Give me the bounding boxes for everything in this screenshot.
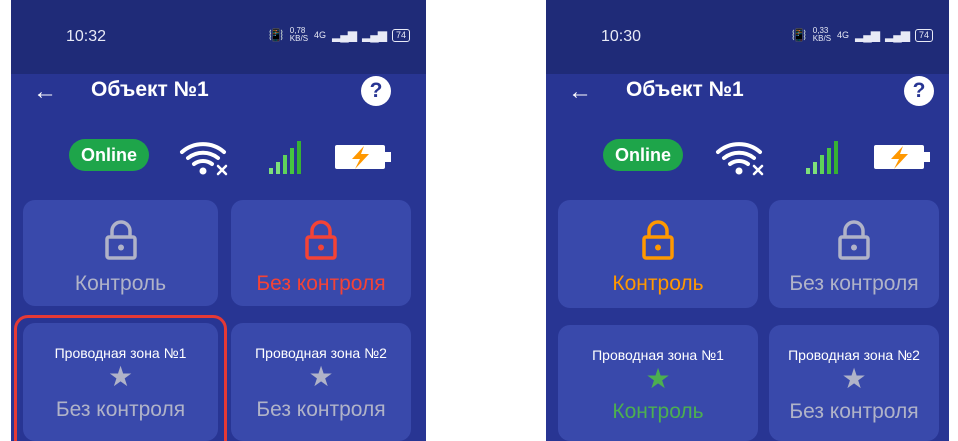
status-time: 10:30 — [601, 28, 642, 45]
status-time: 10:32 — [66, 28, 107, 45]
control-tile-label: Контроль — [74, 272, 167, 295]
signal-bars-icon: ▂▄▆ — [332, 28, 357, 42]
back-arrow-icon[interactable]: ← — [33, 80, 57, 104]
zone-name: Проводная зона №2 — [788, 347, 920, 363]
zone-tile-1[interactable]: Проводная зона №1 ★ Контроль — [558, 325, 758, 441]
zone-name: Проводная зона №1 — [592, 347, 724, 363]
network-speed: 0,78 KB/S — [289, 26, 309, 43]
star-icon: ★ — [308, 361, 334, 392]
control-tile-label: Контроль — [612, 272, 704, 295]
zone-tile-1[interactable]: Проводная зона №1 ★ Без контроля — [23, 323, 218, 441]
back-arrow-icon[interactable]: ← — [568, 80, 592, 104]
wifi-off-icon — [180, 142, 228, 176]
zone-state: Без контроля — [55, 398, 186, 421]
zone-tile-2[interactable]: Проводная зона №2 ★ Без контроля — [769, 325, 939, 441]
signal-bars-icon-2: ▂▄▆ — [885, 28, 910, 42]
battery-charging-icon — [335, 145, 391, 169]
wifi-off-icon — [716, 142, 764, 176]
help-icon[interactable]: ? — [361, 76, 391, 106]
zone-name: Проводная зона №2 — [255, 345, 387, 361]
page-title: Объект №1 — [91, 78, 209, 101]
app-bar: ← Объект №1 ? — [546, 74, 949, 130]
star-icon: ★ — [841, 363, 867, 394]
online-badge: Online — [603, 139, 684, 171]
status-bar: 10:30 📳 0,33 KB/S 4G ▂▄▆ ▂▄▆ 74 — [546, 0, 949, 74]
status-battery: 74 — [391, 28, 410, 42]
lock-icon — [104, 220, 137, 260]
lock-icon — [642, 220, 674, 260]
system-icons: 📳 0,33 KB/S 4G ▂▄▆ ▂▄▆ 74 — [792, 27, 933, 43]
device-status-row: Online — [11, 138, 426, 178]
zone-state: Без контроля — [256, 398, 386, 421]
zone-state: Контроль — [612, 400, 704, 423]
status-battery: 74 — [914, 28, 933, 42]
network-type: 4G — [314, 30, 327, 40]
no-control-tile-label: Без контроля — [789, 272, 919, 295]
star-icon: ★ — [107, 361, 134, 392]
network-type: 4G — [837, 30, 850, 40]
zone-tile-2[interactable]: Проводная зона №2 ★ Без контроля — [231, 323, 411, 441]
lock-icon — [838, 220, 870, 260]
signal-bars-icon: ▂▄▆ — [855, 28, 880, 42]
cellular-signal-icon — [806, 141, 838, 174]
zone-state: Без контроля — [789, 400, 919, 423]
network-speed: 0,33 KB/S — [812, 26, 832, 43]
cellular-signal-icon — [269, 141, 301, 174]
battery-charging-icon — [874, 145, 930, 169]
control-tile[interactable]: Контроль — [23, 200, 218, 306]
zone-name: Проводная зона №1 — [54, 345, 187, 361]
star-icon: ★ — [645, 363, 671, 394]
page-title: Объект №1 — [626, 78, 744, 101]
phone-screen-right: 10:30 📳 0,33 KB/S 4G ▂▄▆ ▂▄▆ 74 ← Объект… — [546, 0, 949, 441]
app-bar: ← Объект №1 ? — [11, 74, 426, 130]
vibrate-icon: 📳 — [268, 28, 284, 42]
system-icons: 📳 0,78 KB/S 4G ▂▄▆ ▂▄▆ 74 — [269, 27, 410, 43]
signal-bars-icon-2: ▂▄▆ — [362, 28, 387, 42]
no-control-tile-label: Без контроля — [256, 272, 386, 295]
help-icon[interactable]: ? — [904, 76, 934, 106]
phone-screen-left: 10:32 📳 0,78 KB/S 4G ▂▄▆ ▂▄▆ 74 ← Объект… — [11, 0, 426, 441]
control-tile[interactable]: Контроль — [558, 200, 758, 308]
online-badge: Online — [69, 139, 150, 171]
no-control-tile[interactable]: Без контроля — [769, 200, 939, 308]
no-control-tile[interactable]: Без контроля — [231, 200, 411, 306]
device-status-row: Online — [546, 138, 949, 178]
vibrate-icon: 📳 — [791, 28, 807, 42]
lock-icon — [305, 220, 337, 260]
status-bar: 10:32 📳 0,78 KB/S 4G ▂▄▆ ▂▄▆ 74 — [11, 0, 426, 74]
